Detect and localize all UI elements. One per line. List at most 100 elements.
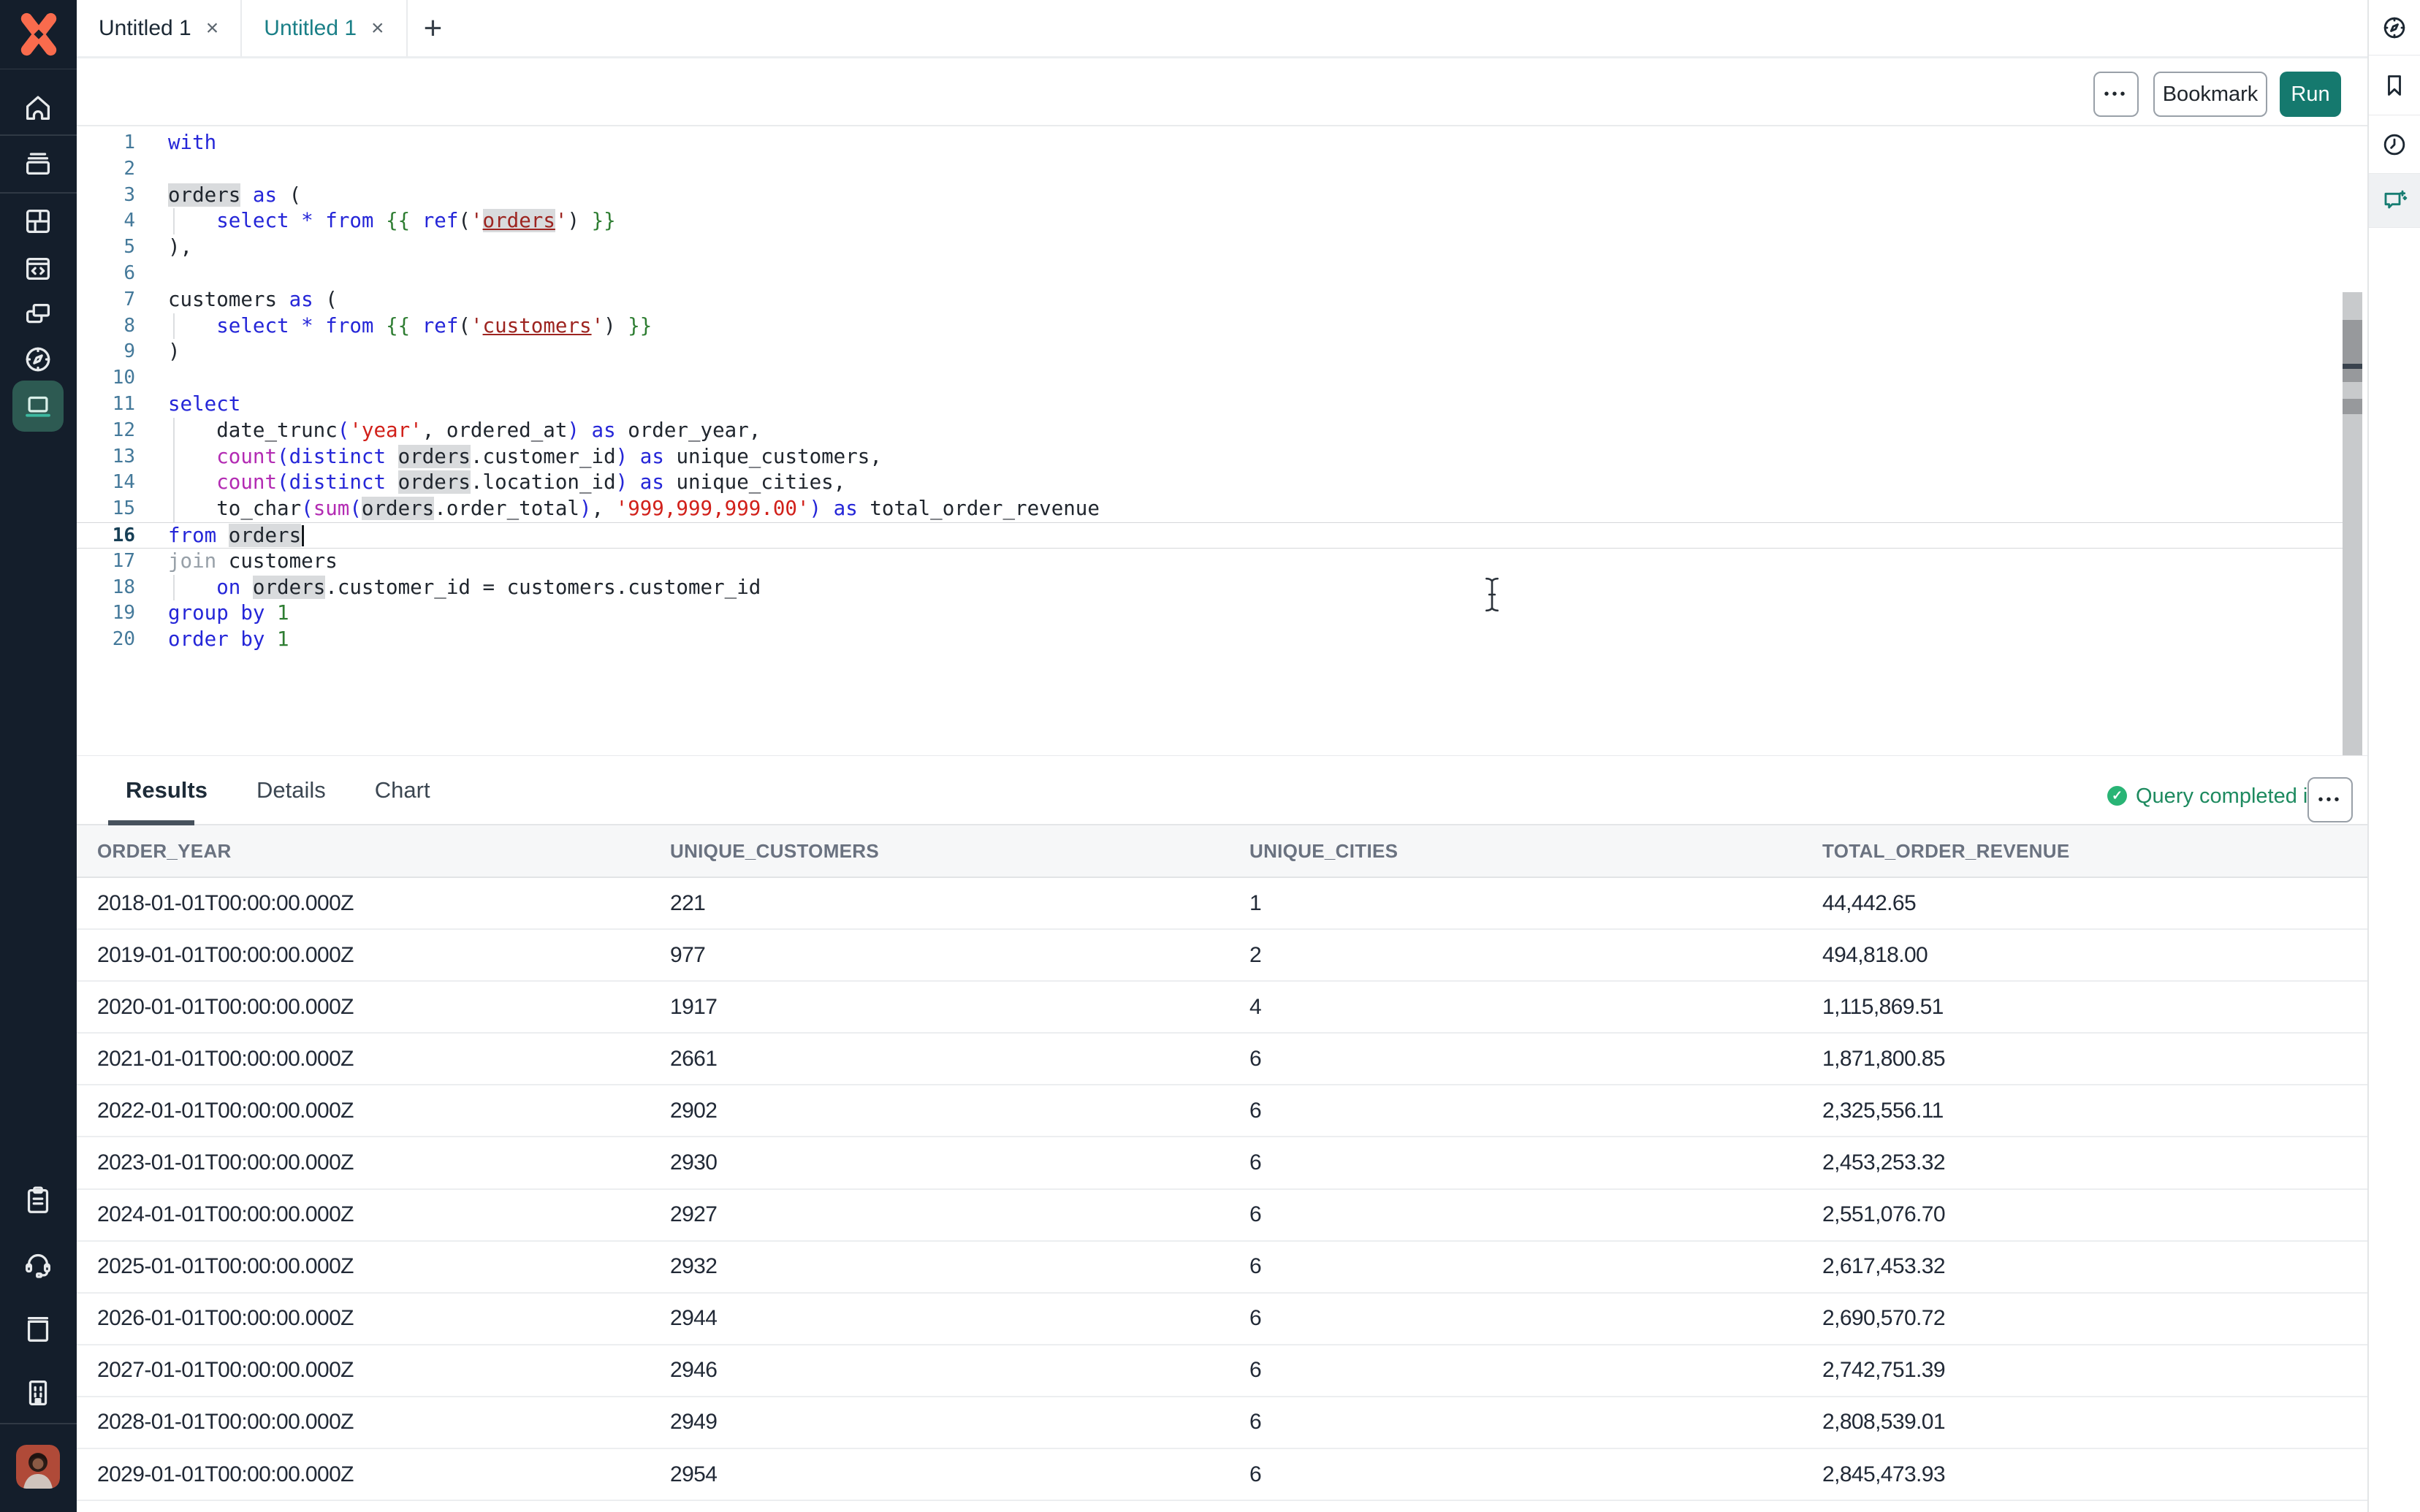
table-cell: 2,845,473.93: [1822, 1462, 2367, 1487]
sidebar-item-clipboard[interactable]: [15, 1177, 61, 1223]
sidebar-item-windows[interactable]: [15, 292, 61, 339]
table-cell: 1917: [670, 995, 1249, 1020]
table-cell: 44,442.65: [1822, 891, 2367, 916]
editor-scrollbar[interactable]: [2343, 292, 2362, 755]
table-row[interactable]: 2029-01-01T00:00:00.000Z295462,845,473.9…: [77, 1449, 2367, 1501]
sidebar-item-archive[interactable]: [15, 140, 61, 187]
compass-icon: [21, 343, 55, 376]
dashboard-icon: [21, 205, 55, 238]
table-cell: 6: [1249, 1254, 1822, 1279]
line-number: 18: [77, 575, 135, 601]
sql-editor[interactable]: 1with23orders as (4 select * from {{ ref…: [77, 130, 2343, 653]
bookmark-icon: [2380, 71, 2409, 100]
table-cell: 6: [1249, 1410, 1822, 1435]
scrollbar-thumb[interactable]: [2343, 320, 2362, 382]
sidebar-item-laptop[interactable]: [12, 381, 64, 432]
code-line-5: 5),: [77, 234, 2343, 261]
code-line-15: 15 to_char(sum(orders.order_total), '999…: [77, 496, 2343, 522]
table-cell: 2930: [670, 1150, 1249, 1175]
code-text: date_trunc('year', ordered_at) as order_…: [168, 418, 761, 444]
user-avatar[interactable]: [16, 1445, 60, 1489]
sidebar-item-headset[interactable]: [15, 1240, 61, 1287]
close-icon[interactable]: ×: [371, 16, 384, 41]
table-cell: 2019-01-01T00:00:00.000Z: [97, 943, 670, 968]
line-number: 8: [77, 313, 135, 340]
table-cell: 2,742,751.39: [1822, 1358, 2367, 1383]
sidebar-item-code-window[interactable]: [15, 245, 61, 292]
run-button[interactable]: Run: [2280, 72, 2341, 117]
rail-item-ai-chat[interactable]: [2369, 174, 2420, 228]
code-window-icon: [21, 252, 55, 286]
sidebar-item-book[interactable]: [15, 1305, 61, 1352]
active-tab-underline: [108, 820, 194, 825]
code-line-1: 1with: [77, 130, 2343, 156]
line-number: 1: [77, 130, 135, 156]
table-cell: 2949: [670, 1410, 1249, 1435]
column-header-unique_customers[interactable]: UNIQUE_CUSTOMERS: [670, 840, 1249, 863]
code-line-10: 10: [77, 365, 2343, 392]
results-tab-results[interactable]: Results: [126, 777, 208, 803]
line-number: 3: [77, 183, 135, 209]
bookmark-button[interactable]: Bookmark: [2153, 72, 2267, 117]
rail-item-compass[interactable]: [2369, 0, 2420, 56]
tab-label: Untitled 1: [264, 16, 357, 41]
code-text: select: [168, 392, 240, 418]
table-cell: 2,808,539.01: [1822, 1410, 2367, 1435]
code-text: count(distinct orders.location_id) as un…: [168, 470, 845, 496]
sidebar-item-building[interactable]: [15, 1370, 61, 1416]
rail-item-bookmark[interactable]: [2369, 56, 2420, 115]
sidebar-item-compass[interactable]: [15, 336, 61, 383]
column-header-total_order_revenue[interactable]: TOTAL_ORDER_REVENUE: [1822, 840, 2367, 863]
rail-item-clock[interactable]: [2369, 115, 2420, 174]
book-icon: [21, 1312, 55, 1345]
table-header: ORDER_YEARUNIQUE_CUSTOMERSUNIQUE_CITIEST…: [77, 825, 2367, 878]
line-number: 6: [77, 261, 135, 287]
table-row[interactable]: 2021-01-01T00:00:00.000Z266161,871,800.8…: [77, 1034, 2367, 1085]
table-cell: 2,453,253.32: [1822, 1150, 2367, 1175]
line-number: 10: [77, 365, 135, 392]
table-cell: 6: [1249, 1150, 1822, 1175]
results-more-button[interactable]: •••: [2307, 777, 2353, 822]
close-icon[interactable]: ×: [206, 16, 219, 41]
code-line-18: 18 on orders.customer_id = customers.cus…: [77, 575, 2343, 601]
table-row[interactable]: 2020-01-01T00:00:00.000Z191741,115,869.5…: [77, 982, 2367, 1034]
avatar-photo-icon: [16, 1445, 60, 1489]
results-tab-chart[interactable]: Chart: [375, 777, 430, 803]
table-row[interactable]: 2022-01-01T00:00:00.000Z290262,325,556.1…: [77, 1085, 2367, 1137]
table-row[interactable]: 2019-01-01T00:00:00.000Z9772494,818.00: [77, 930, 2367, 982]
app-logo-x-icon: [16, 12, 61, 57]
table-cell: 6: [1249, 1099, 1822, 1123]
table-row[interactable]: 2027-01-01T00:00:00.000Z294662,742,751.3…: [77, 1345, 2367, 1397]
table-row[interactable]: 2024-01-01T00:00:00.000Z292762,551,076.7…: [77, 1190, 2367, 1242]
table-row[interactable]: 2023-01-01T00:00:00.000Z293062,453,253.3…: [77, 1137, 2367, 1189]
table-row[interactable]: 2030-01-01T00:00:00.000Z287961,841,049.3…: [77, 1501, 2367, 1512]
document-tab-1[interactable]: Untitled 1×: [77, 0, 242, 56]
table-row[interactable]: 2028-01-01T00:00:00.000Z294962,808,539.0…: [77, 1397, 2367, 1449]
table-cell: 221: [670, 891, 1249, 916]
table-cell: 6: [1249, 1047, 1822, 1072]
main-content: Untitled 1×Untitled 1× + ••• Bookmark Ru…: [77, 0, 2367, 1512]
column-header-unique_cities[interactable]: UNIQUE_CITIES: [1249, 840, 1822, 863]
column-header-order_year[interactable]: ORDER_YEAR: [97, 840, 670, 863]
results-tab-details[interactable]: Details: [256, 777, 326, 803]
table-cell: 2018-01-01T00:00:00.000Z: [97, 891, 670, 916]
table-cell: 6: [1249, 1462, 1822, 1487]
table-row[interactable]: 2025-01-01T00:00:00.000Z293262,617,453.3…: [77, 1242, 2367, 1294]
document-tab-2[interactable]: Untitled 1 ×: [242, 0, 407, 56]
code-line-11: 11select: [77, 392, 2343, 418]
table-cell: 1,871,800.85: [1822, 1047, 2367, 1072]
results-table: 2018-01-01T00:00:00.000Z221144,442.65201…: [77, 878, 2367, 1512]
code-text: from orders: [168, 523, 304, 549]
code-line-13: 13 count(distinct orders.customer_id) as…: [77, 444, 2343, 470]
sidebar-item-home[interactable]: [15, 85, 61, 131]
table-row[interactable]: 2018-01-01T00:00:00.000Z221144,442.65: [77, 878, 2367, 930]
line-number: 17: [77, 549, 135, 575]
new-tab-button[interactable]: +: [424, 12, 443, 45]
table-row[interactable]: 2026-01-01T00:00:00.000Z294462,690,570.7…: [77, 1294, 2367, 1345]
code-text: count(distinct orders.customer_id) as un…: [168, 444, 882, 470]
cell-more-button[interactable]: •••: [2093, 72, 2139, 117]
app-logo[interactable]: [0, 0, 77, 69]
sidebar-item-dashboard[interactable]: [15, 198, 61, 245]
text-caret: [302, 525, 304, 546]
code-line-2: 2: [77, 156, 2343, 183]
